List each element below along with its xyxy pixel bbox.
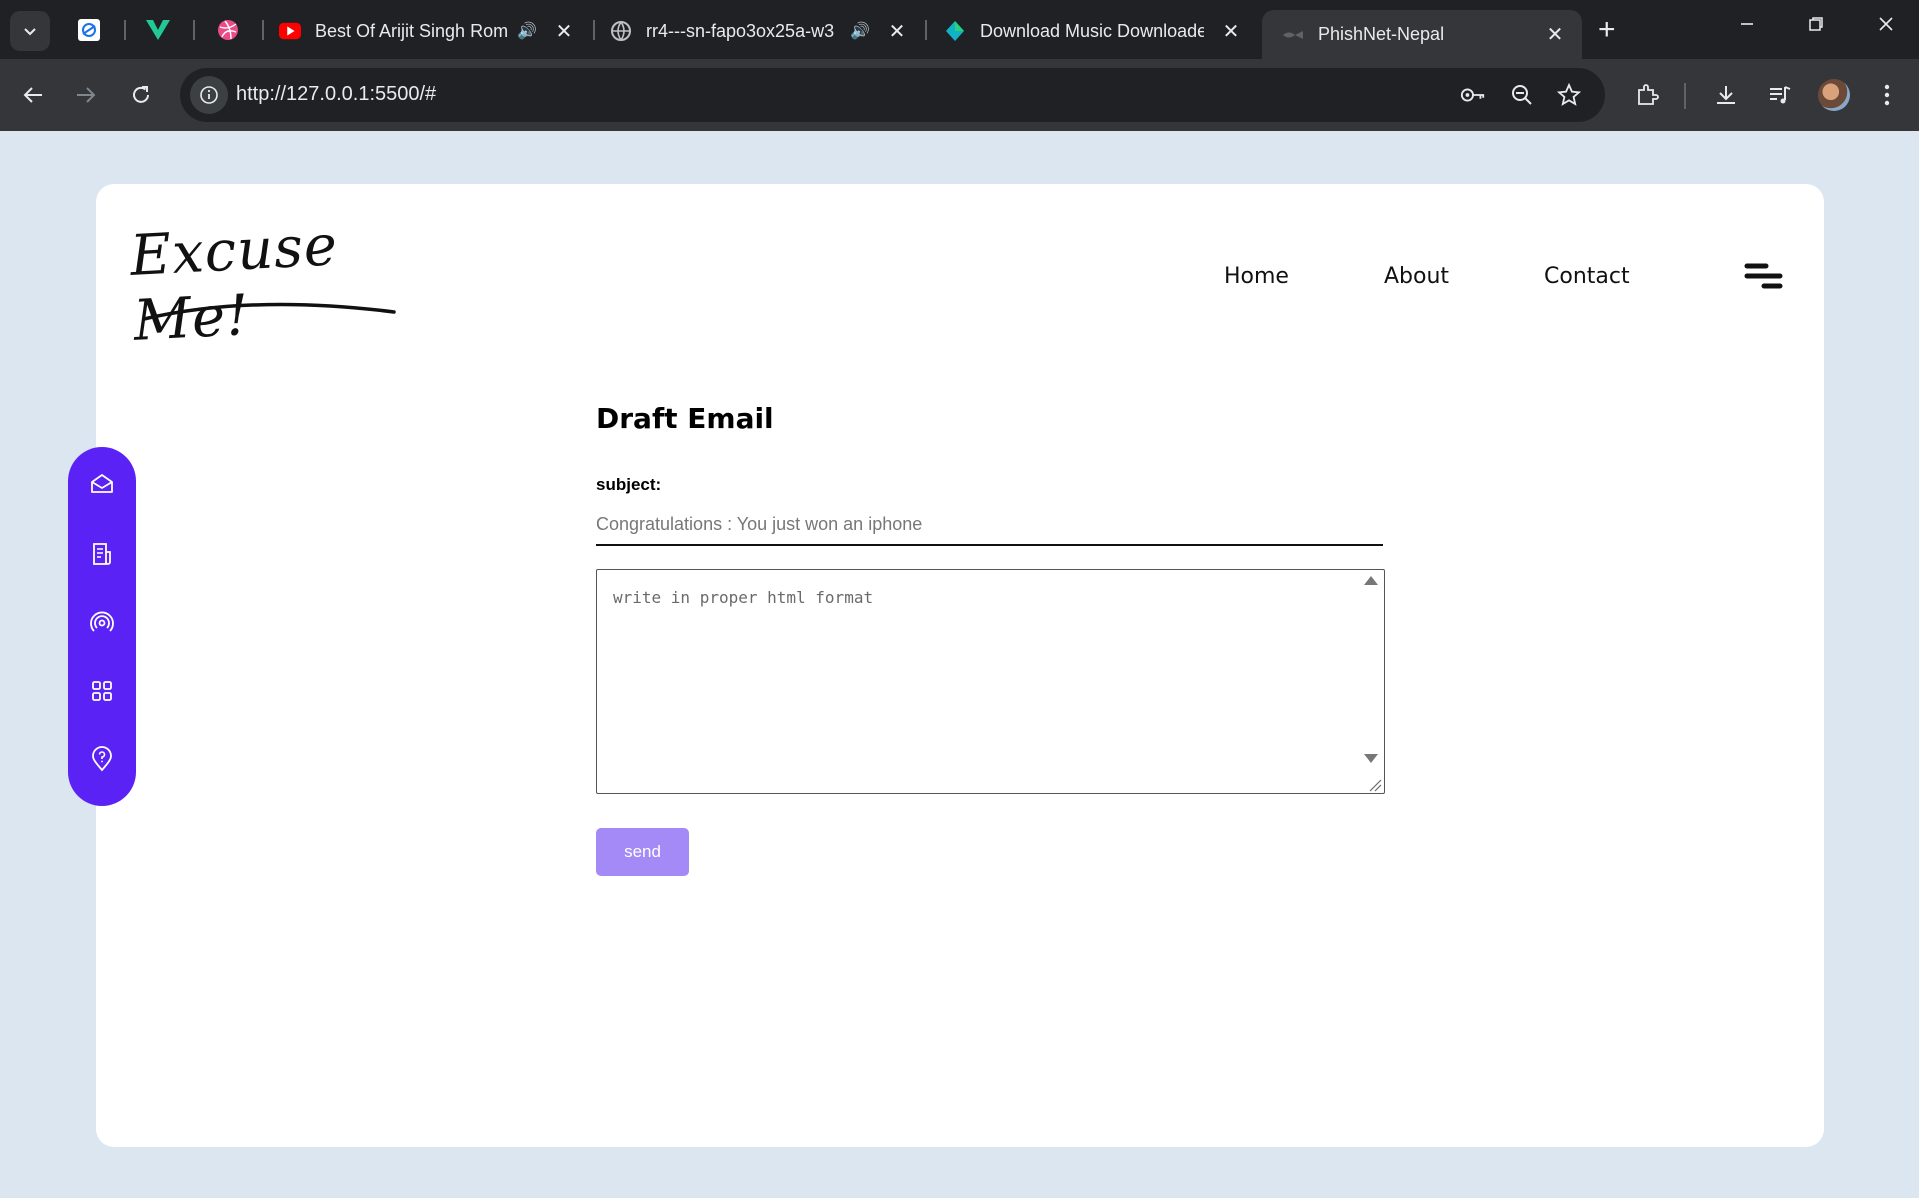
tab-phishnet-nepal[interactable]: PhishNet-Nepal ✕ [1262,10,1582,59]
tab-close-icon[interactable]: ✕ [888,19,906,44]
location-help-icon[interactable] [88,745,116,773]
side-nav [68,447,136,806]
more-menu-icon[interactable] [1869,77,1905,113]
tab-title: rr4---sn-fapo3ox25a-w3 [646,20,835,41]
tab-separator [925,20,927,40]
scroll-down-arrow-icon[interactable] [1364,754,1378,763]
zoom-out-icon[interactable] [1509,82,1535,108]
phishnet-favicon-icon [1282,24,1304,46]
tab-separator [193,20,195,40]
tab-title: Best Of Arijit Singh Rom [315,20,507,41]
mail-icon[interactable] [88,470,116,498]
tab-close-icon[interactable]: ✕ [1546,22,1564,47]
document-icon[interactable] [88,540,116,568]
page-title: Draft Email [596,402,774,435]
forward-button[interactable] [68,77,104,113]
globe-icon [610,20,632,42]
toolbar-separator [1684,83,1686,109]
tab-title: Download Music Downloade [980,20,1204,41]
audio-playing-icon[interactable]: 🔊 [850,21,870,41]
site-logo[interactable]: Excuse Me! [129,213,402,354]
arrow-right-icon [77,87,96,103]
page-card: Excuse Me! Home About Contact Draft Emai… [96,184,1824,1147]
broadcast-icon[interactable] [88,608,116,636]
email-body-textarea[interactable] [596,569,1385,794]
dribbble-icon [218,20,238,40]
diamond-logo-icon [944,20,966,42]
nav-about-link[interactable]: About [1384,264,1449,289]
address-bar[interactable]: http://127.0.0.1:5500/# [180,68,1605,122]
profile-avatar[interactable] [1818,79,1850,111]
tab-download-music[interactable]: Download Music Downloade ✕ [944,10,1244,52]
extensions-icon[interactable] [1629,77,1665,113]
password-key-icon[interactable] [1460,82,1486,108]
pinned-tab-2[interactable] [142,14,174,46]
back-button[interactable] [15,77,51,113]
browser-tab-bar: Best Of Arijit Singh Rom 🔊 ✕ rr4---sn-fa… [0,0,1919,59]
tab-separator [593,20,595,40]
tab-youtube[interactable]: Best Of Arijit Singh Rom 🔊 ✕ [279,10,579,52]
bookmark-star-icon[interactable] [1556,82,1582,108]
close-window-icon[interactable] [1866,12,1906,38]
subject-input[interactable] [596,504,1383,546]
tab-close-icon[interactable]: ✕ [555,19,573,44]
scroll-up-arrow-icon[interactable] [1364,576,1378,585]
new-tab-button[interactable]: + [1598,15,1616,45]
restore-icon[interactable] [1796,12,1836,38]
subject-label: subject: [596,475,662,494]
url-text[interactable]: http://127.0.0.1:5500/# [236,83,436,106]
logo-underline-icon [142,302,396,321]
tab-search-button[interactable] [10,11,50,51]
site-favicon-icon [78,19,100,41]
reload-icon [133,86,149,103]
youtube-icon [279,20,301,42]
tab-separator [262,20,264,40]
pinned-tab-1[interactable] [73,14,105,46]
tab-close-icon[interactable]: ✕ [1222,19,1240,44]
v-logo-icon [146,20,170,40]
send-button[interactable]: send [596,828,689,876]
arrow-left-icon [23,87,42,103]
nav-home-link[interactable]: Home [1224,264,1289,289]
reload-button[interactable] [123,77,159,113]
chevron-down-icon [24,28,36,36]
pinned-tab-3[interactable] [212,14,244,46]
site-info-icon[interactable] [190,76,228,114]
media-controls-icon[interactable] [1762,77,1798,113]
browser-toolbar: http://127.0.0.1:5500/# [0,59,1919,131]
tab-googlevideo[interactable]: rr4---sn-fapo3ox25a-w3 🔊 ✕ [610,10,910,52]
resize-grip-icon[interactable] [1366,776,1382,792]
nav-contact-link[interactable]: Contact [1544,264,1630,289]
tab-separator [124,20,126,40]
hamburger-menu-icon[interactable] [1744,262,1784,294]
minimize-icon[interactable] [1727,12,1767,38]
grid-icon[interactable] [88,677,116,705]
tab-title: PhishNet-Nepal [1318,24,1445,44]
audio-playing-icon[interactable]: 🔊 [517,21,537,41]
download-icon[interactable] [1708,77,1744,113]
